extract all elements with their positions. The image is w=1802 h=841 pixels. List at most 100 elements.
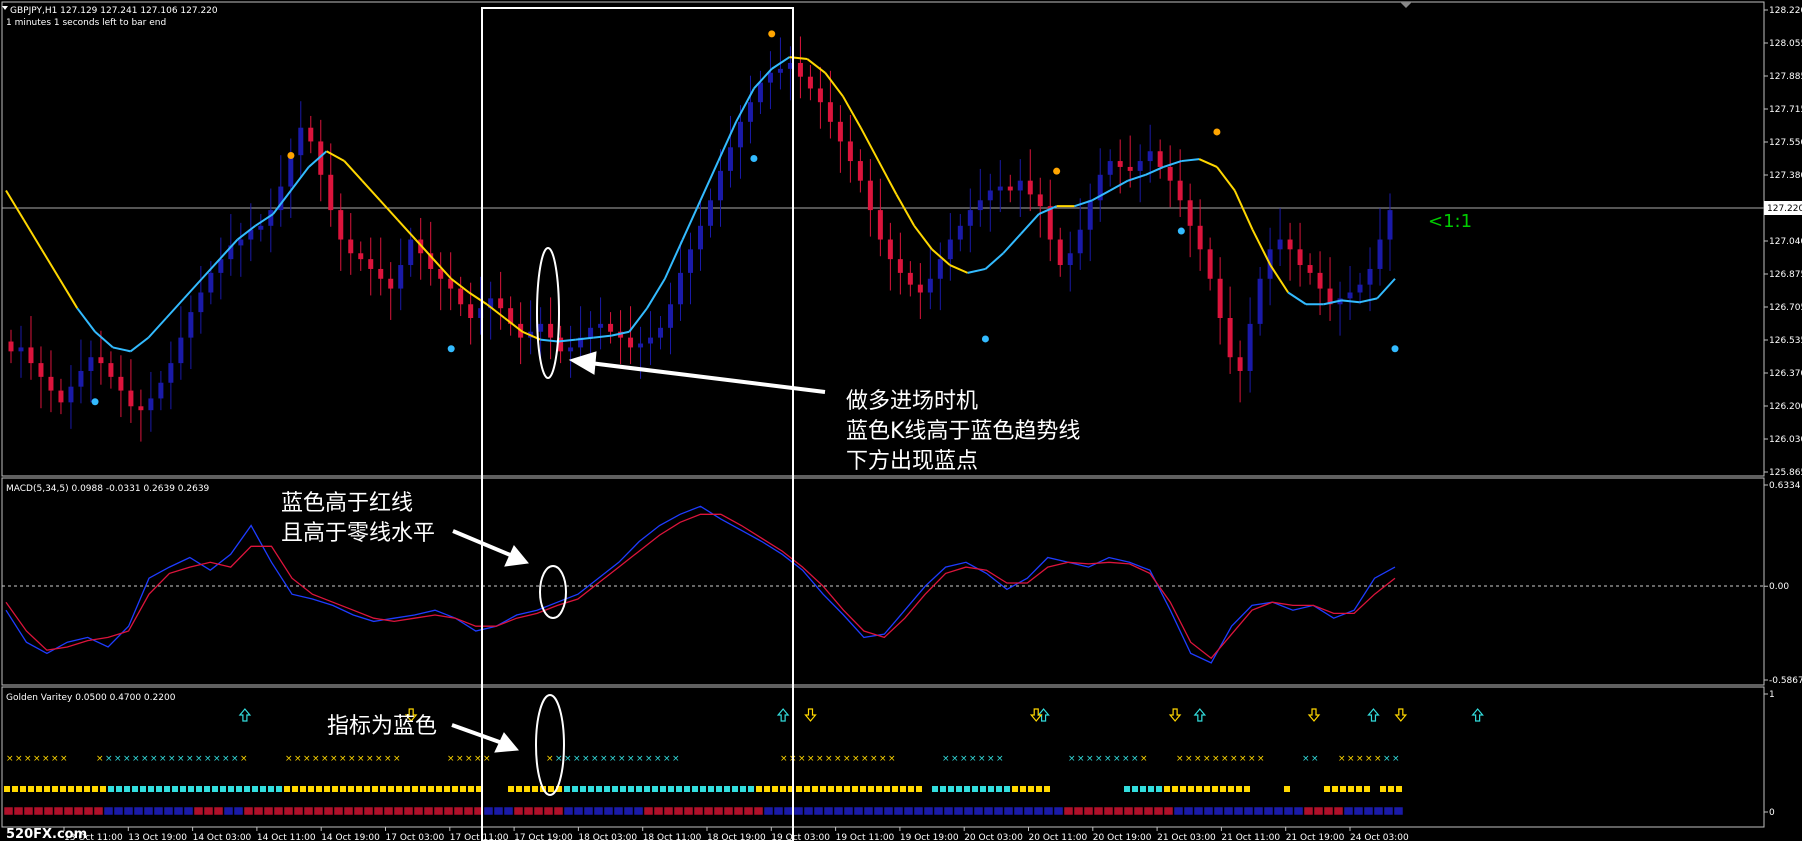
time-tick-label: 19 Oct 19:00	[900, 833, 959, 841]
candle-body	[68, 386, 74, 403]
signal-square	[1012, 786, 1018, 792]
signal-band-cell	[1343, 806, 1354, 816]
signal-square	[948, 786, 954, 792]
signal-cross: ×	[618, 754, 626, 764]
signal-band-cell	[1373, 806, 1384, 816]
time-tick-label: 18 Oct 11:00	[643, 833, 702, 841]
signal-band-cell	[393, 806, 404, 816]
buy-dot	[1391, 345, 1399, 353]
candle-body	[1047, 206, 1053, 240]
buy-dot	[981, 335, 989, 343]
price-tick-label: 126.705	[1769, 303, 1802, 313]
signal-band-cell	[1123, 806, 1134, 816]
candle-body	[168, 363, 174, 383]
trading-chart[interactable]: 128.220 128.055 127.885 127.715 127.550 127.3…	[0, 0, 1802, 841]
time-tick-label: 20 Oct 19:00	[1093, 833, 1152, 841]
time-tick-label: 14 Oct 19:00	[321, 833, 380, 841]
note-macd-1: 蓝色高于红线	[281, 491, 413, 516]
signal-cross: ×	[96, 754, 104, 764]
signal-square	[828, 786, 834, 792]
signal-square	[676, 786, 682, 792]
signal-cross: ×	[33, 754, 41, 764]
signal-cross: ×	[555, 754, 563, 764]
symbol-info: GBPJPY,H1 127.129 127.241 127.106 127.22…	[10, 6, 218, 16]
signal-square	[1348, 786, 1354, 792]
signal-square	[764, 786, 770, 792]
signal-cross: ×	[1383, 754, 1391, 764]
signal-square	[708, 786, 714, 792]
candle-body	[1387, 210, 1393, 240]
signal-cross: ×	[1248, 754, 1256, 764]
candle-body	[747, 102, 753, 122]
signal-cross: ×	[1077, 754, 1085, 764]
signal-band-cell	[1223, 806, 1234, 816]
signal-band-cell	[73, 806, 84, 816]
signal-square	[108, 786, 114, 792]
candle-body	[28, 347, 34, 364]
signal-square	[820, 786, 826, 792]
signal-square	[1124, 786, 1130, 792]
signal-cross: ×	[1140, 754, 1148, 764]
signal-square	[876, 786, 882, 792]
signal-square	[348, 786, 354, 792]
signal-band-cell	[483, 806, 494, 816]
candle-body	[1107, 161, 1113, 175]
signal-band-cell	[1353, 806, 1364, 816]
candle-body	[737, 121, 743, 148]
signal-band-cell	[753, 806, 764, 816]
signal-band-cell	[663, 806, 674, 816]
signal-square	[1020, 786, 1026, 792]
signal-band-cell	[1043, 806, 1054, 816]
signal-square	[844, 786, 850, 792]
signal-square	[1204, 786, 1210, 792]
signal-cross: ×	[1194, 754, 1202, 764]
candle-body	[38, 363, 44, 377]
signal-band-cell	[703, 806, 714, 816]
signal-cross: ×	[1338, 754, 1346, 764]
candle-body	[927, 278, 933, 293]
signal-square	[84, 786, 90, 792]
buy-dot	[91, 398, 99, 406]
candle-body	[1177, 180, 1183, 201]
signal-cross: ×	[636, 754, 644, 764]
signal-square	[996, 786, 1002, 792]
candle-body	[987, 190, 993, 201]
signal-square	[412, 786, 418, 792]
buy-dot	[1177, 227, 1185, 235]
signal-band-cell	[413, 806, 424, 816]
signal-square	[140, 786, 146, 792]
signal-band-cell	[1093, 806, 1104, 816]
signal-band-cell	[843, 806, 854, 816]
signal-square	[1356, 786, 1362, 792]
signal-band-cell	[623, 806, 634, 816]
signal-square	[452, 786, 458, 792]
candle-body	[178, 337, 184, 364]
signal-square	[532, 786, 538, 792]
signal-band-cell	[903, 806, 914, 816]
signal-cross: ×	[15, 754, 23, 764]
candle-body	[668, 304, 674, 328]
signal-square	[508, 786, 514, 792]
signal-band-cell	[373, 806, 384, 816]
signal-square	[404, 786, 410, 792]
signal-cross: ×	[294, 754, 302, 764]
signal-band-cell	[13, 806, 24, 816]
candle-body	[1287, 239, 1293, 250]
signal-cross: ×	[1356, 754, 1364, 764]
candle-body	[757, 82, 763, 103]
candle-body	[1157, 151, 1163, 167]
signal-band-cell	[583, 806, 594, 816]
signal-square	[644, 786, 650, 792]
signal-band-cell	[253, 806, 264, 816]
candle-body	[598, 323, 604, 328]
signal-square	[180, 786, 186, 792]
signal-square	[988, 786, 994, 792]
candle-body	[308, 127, 314, 142]
signal-square	[1388, 786, 1394, 792]
signal-square	[524, 786, 530, 792]
signal-cross: ×	[870, 754, 878, 764]
price-tick-label: 127.715	[1769, 105, 1802, 115]
signal-square	[1332, 786, 1338, 792]
signal-band-cell	[1203, 806, 1214, 816]
signal-square	[164, 786, 170, 792]
